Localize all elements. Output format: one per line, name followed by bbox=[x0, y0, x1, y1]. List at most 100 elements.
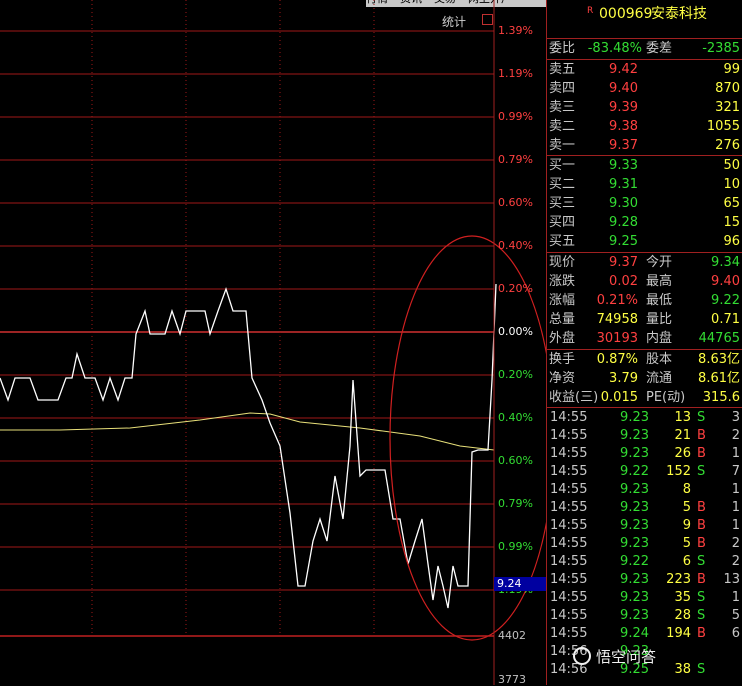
tick-row: 14:55 9.23 28 S 5 bbox=[547, 607, 742, 625]
tick-count: 2 bbox=[731, 536, 740, 551]
tick-price: 9.23 bbox=[620, 608, 649, 623]
tick-count: 3 bbox=[731, 410, 740, 425]
fundamental-value: 0.015 bbox=[600, 390, 638, 405]
weibi-label: 委比 bbox=[549, 41, 576, 56]
tick-count: 1 bbox=[731, 446, 740, 461]
tick-price: 9.23 bbox=[620, 446, 649, 461]
stat-value: 44765 bbox=[698, 331, 740, 346]
quote-stat-row: 总量 74958 量比 0.71 bbox=[547, 311, 742, 329]
y-axis-label: 0.20% bbox=[498, 368, 533, 381]
stat-label: 最高 bbox=[646, 274, 673, 289]
tick-price: 9.22 bbox=[620, 464, 649, 479]
tick-side: S bbox=[697, 554, 706, 569]
tick-time: 14:55 bbox=[550, 608, 588, 623]
bid-label: 买三 bbox=[549, 196, 576, 211]
bid-volume: 50 bbox=[723, 158, 740, 173]
fundamental-label: 净资 bbox=[549, 371, 576, 386]
tick-price: 9.23 bbox=[620, 536, 649, 551]
tick-time: 14:55 bbox=[550, 626, 588, 641]
bid-price: 9.25 bbox=[609, 234, 638, 249]
ask-price: 9.39 bbox=[609, 100, 638, 115]
y-axis-label: 0.99% bbox=[498, 110, 533, 123]
y-axis-label: 1.39% bbox=[498, 24, 533, 37]
tick-row: 14:55 9.23 5 B 2 bbox=[547, 535, 742, 553]
ask-row: 卖一 9.37 276 bbox=[547, 137, 742, 155]
tick-side: B bbox=[697, 428, 706, 443]
stat-value: 0.02 bbox=[609, 274, 638, 289]
tick-price: 9.23 bbox=[620, 410, 649, 425]
bid-row: 买五 9.25 96 bbox=[547, 233, 742, 251]
average-price-line bbox=[0, 412, 495, 451]
bid-price: 9.28 bbox=[609, 215, 638, 230]
y-axis-label: 0.00% bbox=[498, 325, 533, 338]
tick-time: 14:55 bbox=[550, 410, 588, 425]
current-price-tag: 9.24 bbox=[494, 577, 546, 591]
stat-label: 量比 bbox=[646, 312, 673, 327]
fundamental-value: 3.79 bbox=[609, 371, 638, 386]
weicha-label: 委差 bbox=[646, 41, 673, 56]
tick-volume: 5 bbox=[682, 536, 691, 551]
fundamental-label: 流通 bbox=[646, 371, 673, 386]
tick-time: 14:55 bbox=[550, 428, 588, 443]
quote-stat-row: 涨幅 0.21% 最低 9.22 bbox=[547, 292, 742, 310]
tick-count: 5 bbox=[731, 608, 740, 623]
stat-label: 涨幅 bbox=[549, 293, 576, 308]
bid-volume: 65 bbox=[723, 196, 740, 211]
fundamental-value: 8.61亿 bbox=[698, 371, 740, 386]
tick-count: 1 bbox=[731, 482, 740, 497]
tick-side: S bbox=[697, 662, 706, 677]
y-axis-label: 0.79% bbox=[498, 153, 533, 166]
tick-side: B bbox=[697, 572, 706, 587]
stat-label: 外盘 bbox=[549, 331, 576, 346]
fundamental-label: PE(动) bbox=[646, 390, 686, 405]
stat-toggle-box[interactable] bbox=[482, 14, 493, 25]
tick-count: 1 bbox=[731, 518, 740, 533]
tick-price: 9.22 bbox=[620, 554, 649, 569]
stat-label: 总量 bbox=[549, 312, 576, 327]
fundamental-row: 收益(三) 0.015 PE(动) 315.6 bbox=[547, 389, 742, 407]
ask-price: 9.40 bbox=[609, 81, 638, 96]
tick-price: 9.23 bbox=[620, 572, 649, 587]
tick-volume: 26 bbox=[674, 446, 691, 461]
bid-label: 买一 bbox=[549, 158, 576, 173]
tick-time: 14:55 bbox=[550, 554, 588, 569]
volume-axis-label: 3773 bbox=[498, 673, 526, 686]
bid-row: 买三 9.30 65 bbox=[547, 195, 742, 213]
tick-side: S bbox=[697, 464, 706, 479]
stat-label: 最低 bbox=[646, 293, 673, 308]
stock-code: 000969 bbox=[599, 6, 653, 22]
bid-volume: 15 bbox=[723, 215, 740, 230]
tick-row: 14:55 9.24 194 B 6 bbox=[547, 625, 742, 643]
tick-volume: 38 bbox=[674, 662, 691, 677]
tick-row: 14:55 9.23 21 B 2 bbox=[547, 427, 742, 445]
ask-label: 卖四 bbox=[549, 81, 576, 96]
ask-label: 卖二 bbox=[549, 119, 576, 134]
tick-volume: 223 bbox=[666, 572, 691, 587]
ask-volume: 1055 bbox=[706, 119, 740, 134]
tick-side: B bbox=[697, 500, 706, 515]
bid-row: 买一 9.33 50 bbox=[547, 157, 742, 175]
bid-label: 买五 bbox=[549, 234, 576, 249]
tick-row: 14:55 9.23 9 B 1 bbox=[547, 517, 742, 535]
ask-label: 卖五 bbox=[549, 62, 576, 77]
stock-title-row: R 000969 安泰科技 bbox=[547, 4, 742, 24]
tick-side: S bbox=[697, 590, 706, 605]
tick-time: 14:55 bbox=[550, 536, 588, 551]
tick-time: 14:55 bbox=[550, 464, 588, 479]
bid-label: 买二 bbox=[549, 177, 576, 192]
bid-volume: 96 bbox=[723, 234, 740, 249]
ask-volume: 99 bbox=[723, 62, 740, 77]
y-axis-label: 0.60% bbox=[498, 454, 533, 467]
stat-label[interactable]: 统计 bbox=[442, 13, 466, 30]
ask-row: 卖五 9.42 99 bbox=[547, 61, 742, 79]
tick-side: B bbox=[697, 626, 706, 641]
ask-volume: 276 bbox=[715, 138, 740, 153]
tick-volume: 13 bbox=[674, 410, 691, 425]
quote-stat-row: 外盘 30193 内盘 44765 bbox=[547, 330, 742, 348]
stat-value: 9.37 bbox=[609, 255, 638, 270]
stat-label: 内盘 bbox=[646, 331, 673, 346]
tick-side: B bbox=[697, 518, 706, 533]
tick-volume: 9 bbox=[682, 518, 691, 533]
tick-count: 2 bbox=[731, 554, 740, 569]
bid-price: 9.31 bbox=[609, 177, 638, 192]
